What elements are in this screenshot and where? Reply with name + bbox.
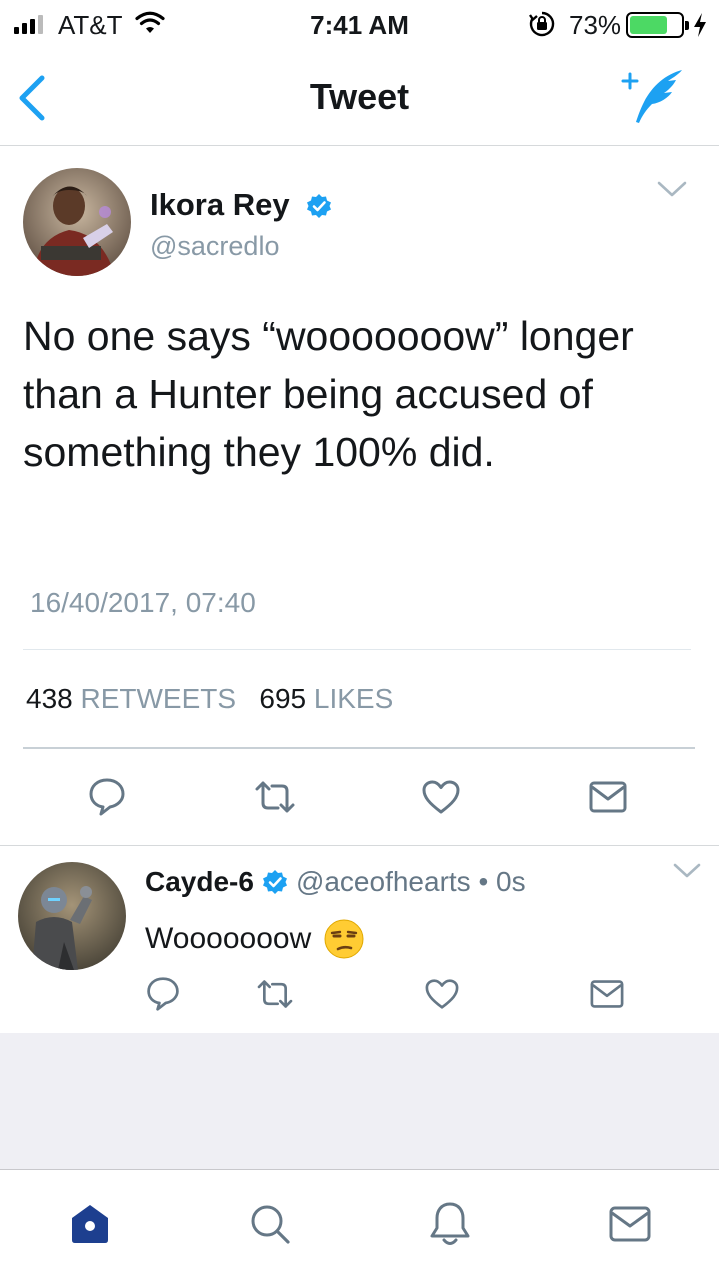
author-name[interactable]: Ikora Rey bbox=[150, 187, 290, 223]
reply-icon[interactable] bbox=[143, 974, 183, 1014]
search-icon[interactable] bbox=[246, 1200, 294, 1248]
reply-text: Wooooooow bbox=[145, 918, 365, 960]
messages-icon[interactable] bbox=[606, 1200, 654, 1248]
divider bbox=[23, 747, 695, 749]
status-bar: AT&T 7:41 AM 73% bbox=[0, 0, 719, 50]
tweet-actions bbox=[0, 775, 719, 819]
direct-message-icon[interactable] bbox=[586, 775, 630, 819]
like-heart-icon[interactable] bbox=[419, 775, 463, 819]
chevron-down-icon[interactable] bbox=[656, 179, 688, 204]
divider bbox=[23, 649, 691, 650]
charging-bolt-icon bbox=[692, 12, 708, 43]
unamused-face-emoji-icon bbox=[323, 918, 365, 960]
tweet-stats: 438 RETWEETS 695 LIKES bbox=[26, 683, 393, 715]
main-tweet: Ikora Rey @sacredlo No one says “woooooo… bbox=[0, 147, 719, 845]
avatar[interactable] bbox=[18, 862, 126, 970]
like-heart-icon[interactable] bbox=[422, 974, 462, 1014]
avatar[interactable] bbox=[23, 168, 131, 276]
battery-icon bbox=[626, 12, 689, 38]
retweet-icon[interactable] bbox=[253, 775, 297, 819]
compose-feather-icon[interactable] bbox=[616, 68, 688, 131]
reply-text-content: Wooooooow bbox=[145, 922, 312, 955]
reply-author-name[interactable]: Cayde-6 bbox=[145, 866, 254, 898]
reply-actions bbox=[0, 974, 719, 1014]
retweets-count[interactable]: 438 bbox=[26, 683, 73, 714]
tweet-text: No one says “wooooooow” longer than a Hu… bbox=[23, 313, 634, 475]
likes-label[interactable]: LIKES bbox=[314, 683, 393, 714]
page-title: Tweet bbox=[309, 76, 410, 117]
reply-icon[interactable] bbox=[85, 775, 129, 819]
tweet-timestamp: 16/40/2017, 07:40 bbox=[30, 587, 256, 618]
battery-percent: 73% bbox=[569, 10, 622, 40]
likes-count[interactable]: 695 bbox=[259, 683, 306, 714]
author-handle[interactable]: @sacredlo bbox=[150, 231, 279, 262]
reply-header: Cayde-6 @aceofhearts • 0s bbox=[145, 866, 526, 898]
verified-badge-icon bbox=[262, 869, 288, 895]
reply-tweet[interactable]: Cayde-6 @aceofhearts • 0s Wooooooow bbox=[0, 846, 719, 1033]
nav-bar: Tweet bbox=[0, 50, 719, 146]
tab-bar bbox=[0, 1169, 719, 1280]
retweets-label[interactable]: RETWEETS bbox=[81, 683, 237, 714]
chevron-down-icon[interactable] bbox=[672, 862, 702, 885]
direct-message-icon[interactable] bbox=[587, 974, 627, 1014]
orientation-lock-icon bbox=[528, 10, 556, 43]
reply-handle-time[interactable]: @aceofhearts • 0s bbox=[296, 866, 526, 898]
verified-badge-icon bbox=[306, 193, 332, 224]
retweet-icon[interactable] bbox=[255, 974, 295, 1014]
home-icon[interactable] bbox=[66, 1200, 114, 1248]
notifications-bell-icon[interactable] bbox=[426, 1200, 474, 1248]
empty-area bbox=[0, 1033, 719, 1169]
